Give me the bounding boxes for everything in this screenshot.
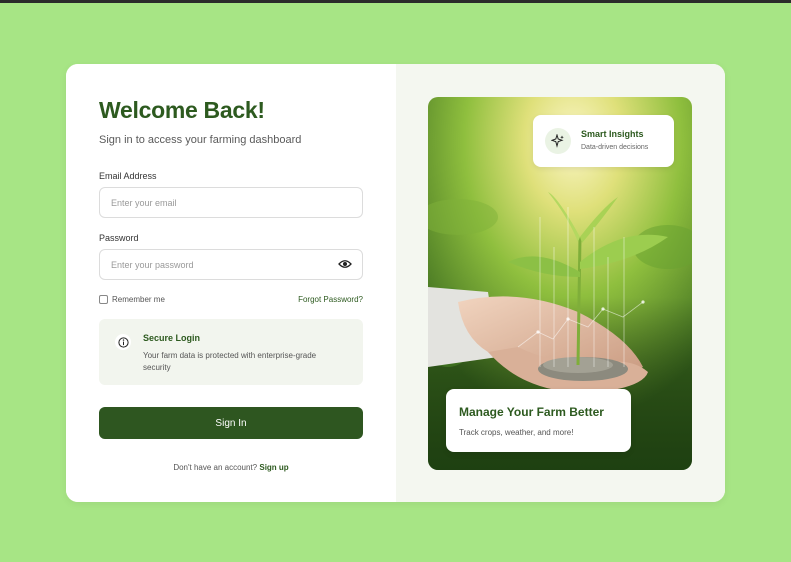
- smart-insights-title: Smart Insights: [581, 129, 644, 139]
- secure-login-text: Your farm data is protected with enterpr…: [143, 351, 317, 372]
- email-label: Email Address: [99, 171, 157, 181]
- manage-farm-subtitle: Track crops, weather, and more!: [459, 428, 574, 437]
- sign-up-link[interactable]: Sign up: [259, 463, 288, 472]
- login-card: Welcome Back! Sign in to access your far…: [66, 64, 725, 502]
- remember-me-label: Remember me: [112, 295, 165, 304]
- forgot-password-link[interactable]: Forgot Password?: [298, 295, 363, 304]
- sparkle-icon: [545, 128, 571, 154]
- smart-insights-subtitle: Data-driven decisions: [581, 144, 649, 151]
- page-title: Welcome Back!: [99, 97, 265, 123]
- hero-panel: Smart Insights Data-driven decisions Man…: [396, 64, 725, 502]
- page-subtitle: Sign in to access your farming dashboard: [99, 134, 302, 146]
- login-form-panel: Welcome Back! Sign in to access your far…: [66, 64, 396, 502]
- info-icon: [115, 334, 131, 350]
- secure-login-title: Secure Login: [143, 333, 201, 343]
- no-account-text: Don't have an account?: [173, 463, 258, 472]
- password-label: Password: [99, 233, 139, 243]
- smart-insights-card: Smart Insights Data-driven decisions: [533, 115, 674, 167]
- window-top-edge: [0, 0, 791, 3]
- secure-login-notice: Secure Login Your farm data is protected…: [99, 319, 363, 385]
- signup-prompt: Don't have an account? Sign up: [66, 463, 396, 472]
- email-field[interactable]: [99, 187, 363, 218]
- remember-me-checkbox[interactable]: [99, 295, 108, 304]
- eye-icon[interactable]: [338, 259, 352, 269]
- hero-image: Smart Insights Data-driven decisions Man…: [428, 97, 692, 470]
- manage-farm-title: Manage Your Farm Better: [459, 405, 604, 419]
- sign-in-button[interactable]: Sign In: [99, 407, 363, 439]
- manage-farm-card: Manage Your Farm Better Track crops, wea…: [446, 389, 631, 452]
- password-field[interactable]: [99, 249, 363, 280]
